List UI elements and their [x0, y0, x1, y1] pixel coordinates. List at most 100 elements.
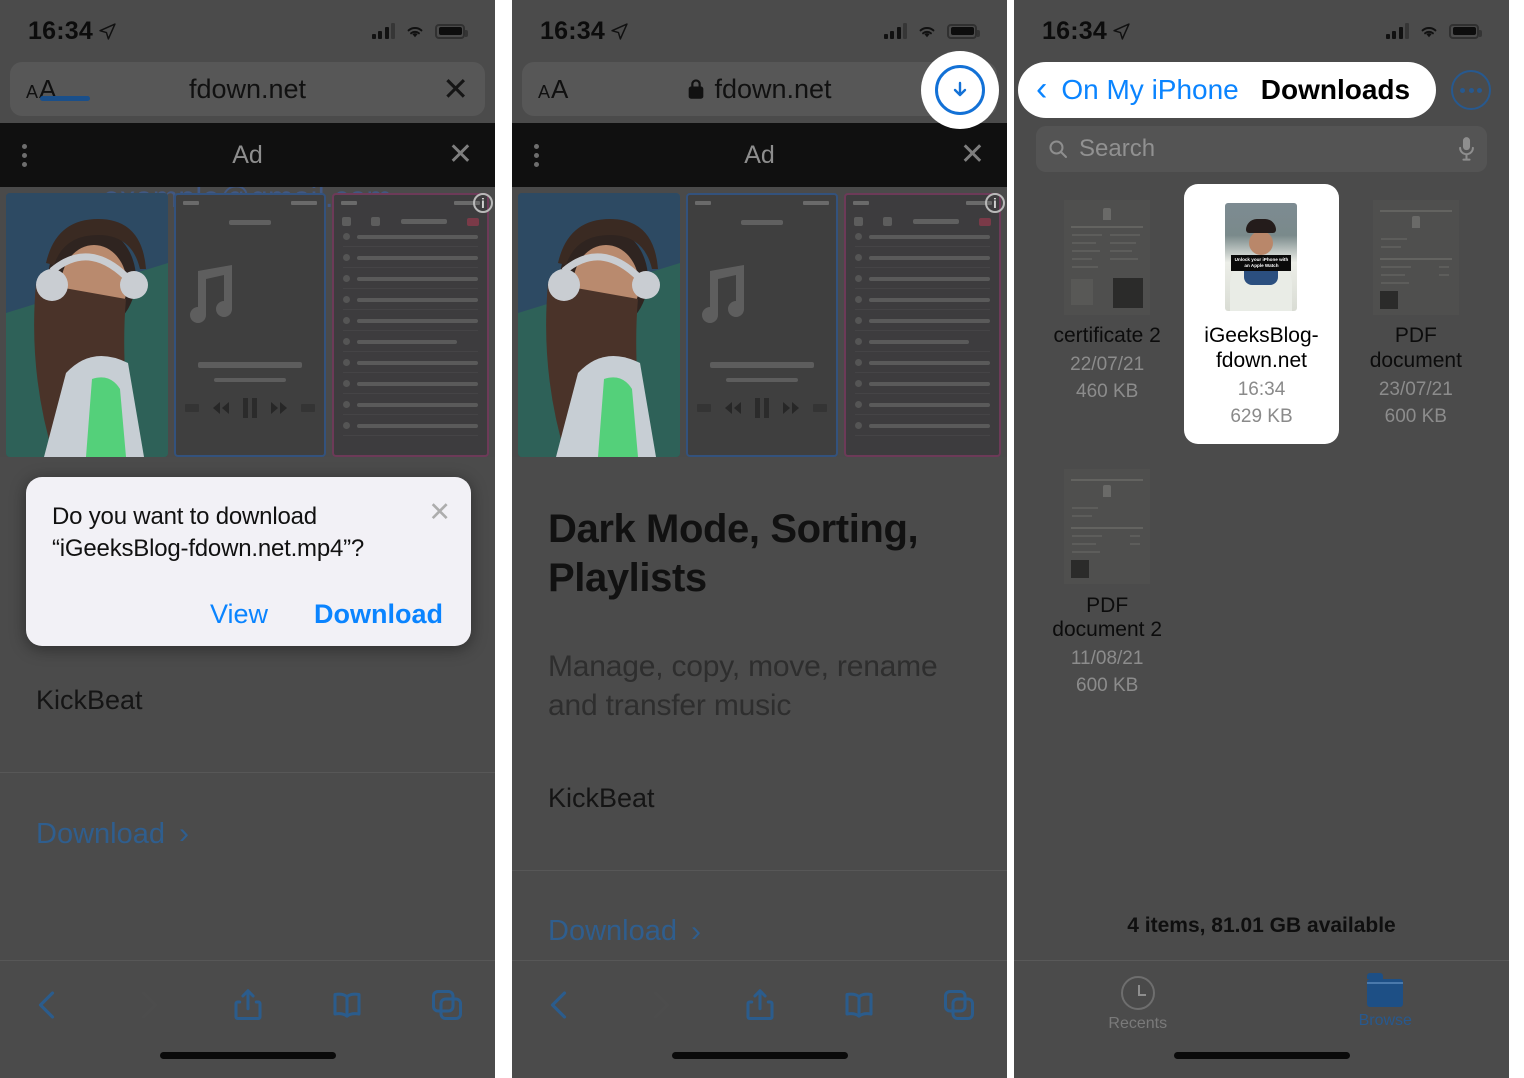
chevron-right-icon: ›: [178, 817, 189, 850]
ad-creative[interactable]: example@gmail.com: [0, 187, 495, 457]
panel-gap: [1007, 0, 1014, 1078]
book-icon[interactable]: [841, 987, 877, 1023]
file-item-igeeksblog-fdown-net[interactable]: Unlock your iPhone with an Apple Watch i…: [1184, 184, 1339, 444]
storage-status-text: 4 items, 81.01 GB available: [1127, 914, 1396, 937]
download-button[interactable]: Download: [314, 599, 443, 630]
screenshot-stage: 16:34 AA fdown.net ✕ Ad ✕ i KickBeat Dow…: [0, 0, 1524, 1078]
list-item: [855, 394, 990, 415]
file-name: PDF document 2: [1052, 593, 1163, 642]
download-link[interactable]: Download ›: [36, 817, 459, 851]
chevron-left-icon[interactable]: ‹: [1036, 72, 1047, 106]
track-title-line: [726, 378, 798, 382]
pause-icon: [755, 398, 769, 418]
next-icon: [783, 402, 799, 414]
download-confirm-dialog[interactable]: Do you want to download “iGeeksBlog-fdow…: [26, 477, 471, 646]
page-subcopy: Manage, copy, move, rename and transfer …: [548, 649, 938, 722]
list-item: [855, 310, 990, 331]
dialog-actions: View Download: [52, 599, 449, 630]
location-arrow-icon: [611, 22, 628, 40]
tab-label: Browse: [1358, 1012, 1412, 1029]
stop-loading-button[interactable]: ✕: [442, 73, 469, 105]
tabs-icon[interactable]: [941, 987, 977, 1023]
repeat-icon: [813, 404, 827, 412]
library-header: [334, 211, 487, 226]
status-bar-left: 16:34: [540, 17, 628, 46]
more-ellipsis-circle-icon[interactable]: [1451, 70, 1491, 110]
file-date: 11/08/21: [1070, 648, 1144, 670]
document-thumbnail: [1372, 199, 1459, 315]
tab-recents[interactable]: Recents: [1014, 976, 1262, 1033]
safari-toolbar: [512, 960, 1007, 1078]
search-input[interactable]: Search: [1036, 126, 1487, 172]
download-link[interactable]: Download ›: [548, 915, 971, 949]
back-button-label[interactable]: On My iPhone: [1061, 74, 1238, 106]
battery-full-icon: [947, 23, 980, 39]
close-icon[interactable]: ✕: [960, 140, 985, 170]
tabs-icon[interactable]: [429, 987, 465, 1023]
search-row: Search: [1036, 126, 1487, 172]
text-size-button[interactable]: AA: [26, 74, 90, 105]
location-arrow-icon: [1113, 22, 1130, 40]
chevron-right-icon: [141, 990, 157, 1019]
text-size-underline: [40, 95, 90, 101]
info-icon[interactable]: i: [473, 193, 493, 213]
library-header: [846, 211, 999, 226]
lock-icon: [689, 79, 704, 99]
view-button[interactable]: View: [210, 599, 268, 630]
status-bar-left: 16:34: [1042, 17, 1130, 46]
address-bar[interactable]: AA fdown.net ✕: [10, 62, 485, 116]
file-name: iGeeksBlog-fdown.net: [1204, 324, 1319, 372]
share-icon[interactable]: [742, 987, 778, 1023]
address-bar[interactable]: AA fdown.net: [522, 51, 999, 129]
download-arrow-circle-icon[interactable]: [935, 65, 985, 115]
repeat-icon: [301, 404, 315, 412]
panel-files-downloads: 16:34 ‹ On My iPhone Downloads Search ce…: [1014, 0, 1509, 1078]
list-item: [343, 247, 478, 268]
shuffle-icon: [185, 404, 199, 412]
file-grid: certificate 2 22/07/21 460 KB Unlock you…: [1014, 172, 1509, 713]
mini-title: [229, 220, 271, 225]
thumbnail: [1061, 468, 1153, 586]
book-icon[interactable]: [329, 987, 365, 1023]
status-bar-right: [1385, 23, 1482, 39]
text-size-button[interactable]: AA: [538, 74, 568, 105]
woman-illustration: [518, 193, 680, 457]
location-arrow-icon: [99, 22, 116, 40]
microphone-icon[interactable]: [1458, 136, 1475, 162]
list-item: [855, 415, 990, 436]
tab-label: Recents: [1108, 1015, 1168, 1032]
thumbnail: Unlock your iPhone with an Apple Watch: [1215, 198, 1307, 316]
music-note-icon: [190, 265, 232, 323]
shuffle-icon: [697, 404, 711, 412]
list-item: [855, 289, 990, 310]
close-icon[interactable]: ✕: [428, 499, 451, 526]
previous-icon: [725, 402, 741, 414]
page-headline: Dark Mode, Sorting, Playlists: [548, 507, 919, 600]
info-icon[interactable]: i: [985, 193, 1005, 213]
ad-image-woman-headphones: [518, 193, 680, 457]
share-icon[interactable]: [230, 987, 266, 1023]
file-date: 16:34: [1237, 378, 1286, 400]
track-title-line: [214, 378, 286, 382]
list-item: [343, 289, 478, 310]
player-controls: [688, 398, 836, 418]
chevron-right-icon: ›: [690, 914, 701, 948]
document-thumbnail: [1064, 469, 1151, 585]
next-icon: [271, 402, 287, 414]
close-icon[interactable]: ✕: [448, 140, 473, 170]
file-item-certificate-2[interactable]: certificate 2 22/07/21 460 KB: [1030, 184, 1184, 444]
file-item-pdf-document-2[interactable]: PDF document 2 11/08/21 600 KB: [1030, 454, 1184, 714]
wifi-icon: [407, 26, 423, 38]
status-bar-time: 16:34: [540, 16, 605, 45]
search-placeholder: Search: [1079, 135, 1156, 162]
tabs-row: Recents Browse: [1014, 961, 1509, 1048]
chevron-left-icon[interactable]: [30, 987, 66, 1023]
page-title: Downloads: [1260, 74, 1411, 105]
wifi-icon: [1421, 26, 1437, 38]
file-item-pdf-document[interactable]: PDF document 23/07/21 600 KB: [1339, 184, 1493, 444]
chevron-left-icon[interactable]: [542, 987, 578, 1023]
tab-browse[interactable]: Browse: [1262, 973, 1510, 1030]
ad-creative[interactable]: i: [512, 187, 1007, 457]
navigation-pill-highlight: ‹ On My iPhone Downloads: [1018, 62, 1437, 118]
list-item: [855, 331, 990, 352]
